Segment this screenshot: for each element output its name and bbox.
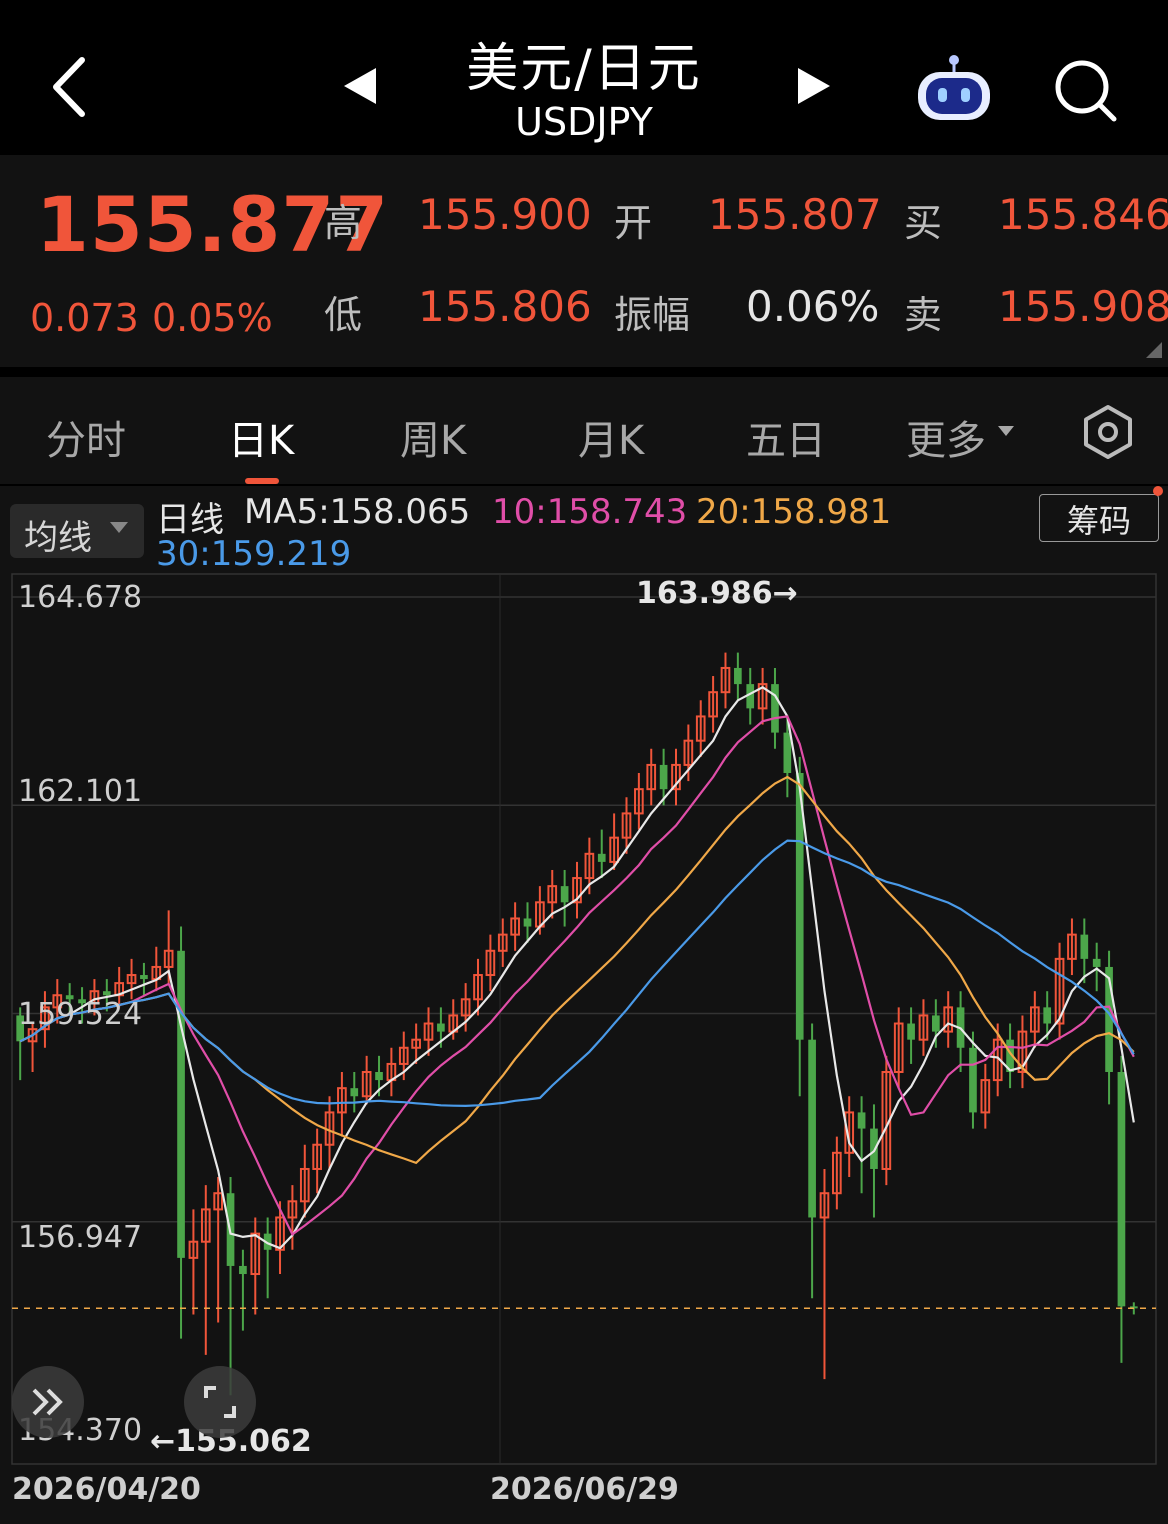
- x-tick-label: 2026/04/20: [12, 1472, 201, 1507]
- sell-label: 卖: [904, 293, 943, 337]
- ma5-line: [19, 686, 1135, 1250]
- ma30-value: 30:159.219: [156, 534, 352, 574]
- candle-body: [659, 764, 668, 790]
- candle-body: [907, 1023, 915, 1040]
- candle-body: [1043, 1007, 1052, 1024]
- hexagon-settings-icon[interactable]: [1080, 404, 1136, 460]
- fullscreen-button[interactable]: [184, 1366, 256, 1438]
- chevron-left-icon[interactable]: [42, 52, 102, 122]
- ma-type-label: 均线: [24, 518, 92, 558]
- expand-corner-icon[interactable]: [1146, 342, 1162, 358]
- max-price-annotation: 163.986→: [636, 576, 798, 611]
- price-change-pct: 0.05%: [152, 296, 273, 340]
- chips-button-label: 筹码: [1066, 502, 1131, 540]
- tab-intraday[interactable]: 分时: [46, 408, 126, 466]
- y-tick-label: 164.678: [18, 580, 143, 615]
- buy-value: 155.846: [998, 190, 1168, 239]
- y-tick-label: 162.101: [18, 774, 143, 809]
- candle-body: [597, 853, 606, 862]
- candle-body: [808, 1039, 816, 1218]
- amplitude-label: 振幅: [614, 293, 691, 337]
- candle-body: [523, 918, 532, 927]
- price-change: 0.073: [30, 296, 139, 340]
- candle-body: [560, 886, 569, 903]
- triangle-left-icon[interactable]: [340, 66, 380, 106]
- y-tick-label: 159.524: [18, 997, 143, 1032]
- open-label: 开: [614, 201, 653, 245]
- triangle-right-icon[interactable]: [794, 66, 834, 106]
- low-value: 155.806: [418, 282, 592, 331]
- candle-body: [177, 950, 185, 1258]
- ma10-line: [19, 715, 1135, 1237]
- tab-monthly-k[interactable]: 月K: [578, 408, 644, 466]
- open-value: 155.807: [708, 190, 882, 239]
- notification-dot: [1153, 486, 1163, 496]
- candle-body: [969, 1047, 977, 1113]
- high-value: 155.900: [418, 190, 592, 239]
- tab-daily-k[interactable]: 日K: [228, 408, 294, 466]
- ma5-value: MA5:158.065: [244, 492, 471, 532]
- caret-down-icon: [110, 522, 128, 533]
- active-tab-indicator: [245, 478, 279, 484]
- candle-body: [1080, 934, 1089, 959]
- candle-body: [783, 732, 792, 774]
- amplitude-value: 0.06%: [746, 282, 880, 331]
- page-subtitle: USDJPY: [515, 100, 653, 144]
- y-tick-label: 156.947: [18, 1220, 143, 1255]
- candle-body: [870, 1128, 878, 1169]
- candle-body: [857, 1112, 866, 1129]
- candle-body: [734, 667, 742, 685]
- candle-body: [102, 991, 111, 996]
- low-label: 低: [324, 293, 363, 337]
- ma20-line: [19, 775, 1135, 1165]
- candlestick-chart[interactable]: [0, 570, 1168, 1510]
- caret-down-icon: [998, 426, 1014, 436]
- page-title: 美元/日元: [466, 39, 702, 99]
- sell-value: 155.908: [998, 282, 1168, 331]
- scroll-to-latest-button[interactable]: [12, 1366, 84, 1438]
- candle-body: [140, 975, 148, 980]
- tab-weekly-k[interactable]: 周K: [400, 408, 466, 466]
- tab-more[interactable]: 更多: [906, 408, 986, 466]
- ma20-value: 20:158.981: [696, 492, 892, 532]
- candle-body: [375, 1072, 383, 1081]
- candle-body: [350, 1088, 359, 1097]
- candle-body: [1092, 958, 1101, 967]
- buy-label: 买: [904, 201, 943, 245]
- high-label: 高: [324, 201, 363, 245]
- x-tick-label: 2026/06/29: [490, 1472, 679, 1507]
- assistant-robot-icon[interactable]: [912, 50, 996, 124]
- candle-body: [931, 1015, 940, 1032]
- candle-body: [771, 684, 779, 733]
- candle-body: [239, 1265, 247, 1275]
- candle-body: [1117, 1072, 1126, 1307]
- double-chevron-right-icon: [32, 1388, 63, 1416]
- fullscreen-icon: [204, 1386, 236, 1418]
- candle-body: [437, 1023, 445, 1032]
- ma10-value: 10:158.743: [492, 492, 688, 532]
- tab-five-day[interactable]: 五日: [746, 408, 826, 466]
- search-icon[interactable]: [1050, 55, 1120, 125]
